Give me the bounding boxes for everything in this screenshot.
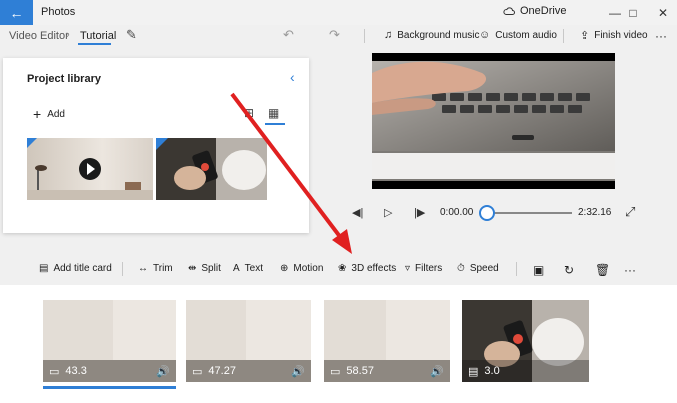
speed-button[interactable]: ⏱ Speed xyxy=(457,263,499,274)
header-divider xyxy=(364,29,365,43)
rename-pencil-icon[interactable]: ✎ xyxy=(126,27,137,43)
clip-info-bar: ▭ 43.3 🔊 xyxy=(43,360,176,382)
next-frame-icon[interactable]: |▶ xyxy=(414,206,425,219)
play-icon[interactable]: ▷ xyxy=(384,206,392,219)
background-music-button[interactable]: ♫ Background music xyxy=(384,29,480,41)
add-title-card-button[interactable]: ▤ Add title card xyxy=(39,263,112,274)
trim-button[interactable]: ↔ Trim xyxy=(138,263,173,274)
edit-toolbar: ▤ Add title card ↔ Trim ⇹ Split A Text ⊕… xyxy=(0,256,677,281)
split-icon: ⇹ xyxy=(188,263,197,274)
storyboard-clip-4[interactable]: ▤ 3.0 xyxy=(462,300,589,382)
clip-duration: 3.0 xyxy=(484,365,500,377)
video-clip-icon: ▭ xyxy=(192,365,203,378)
undo-icon[interactable]: ↶ xyxy=(283,27,294,43)
filters-button[interactable]: ▿ Filters xyxy=(405,263,442,274)
person-audio-icon: ☺ xyxy=(479,29,491,41)
title-bar: ← Photos OneDrive — □ ✕ xyxy=(0,0,677,25)
filters-label: Filters xyxy=(415,263,443,274)
clip-duration: 47.27 xyxy=(208,365,236,377)
motion-button[interactable]: ⊕ Motion xyxy=(280,263,323,274)
cloud-icon xyxy=(503,7,515,15)
clip-info-bar: ▭ 47.27 🔊 xyxy=(186,360,311,382)
crop-icon[interactable]: ▣ xyxy=(533,263,544,277)
toolbar-divider xyxy=(516,262,517,276)
split-label: Split xyxy=(201,263,221,274)
delete-icon[interactable]: 🗑 xyxy=(595,263,610,277)
onedrive-label: OneDrive xyxy=(520,5,567,17)
app-title: Photos xyxy=(41,6,76,18)
export-icon: ⇪ xyxy=(580,30,590,42)
toolbar-more-button[interactable]: ··· xyxy=(624,263,636,277)
annotation-arrow xyxy=(230,92,352,254)
toolbar-divider xyxy=(122,262,123,276)
motion-icon: ⊕ xyxy=(280,263,289,274)
background-music-label: Background music xyxy=(397,29,480,41)
text-button[interactable]: A Text xyxy=(233,263,263,274)
add-media-button[interactable]: + Add xyxy=(33,106,65,122)
selected-clip-underline xyxy=(43,386,176,389)
text-label: Text xyxy=(244,263,264,274)
add-title-card-label: Add title card xyxy=(53,263,112,274)
maximize-button[interactable]: □ xyxy=(616,0,650,25)
clip-duration: 43.3 xyxy=(65,365,87,377)
fullscreen-icon[interactable]: ⤢ xyxy=(625,204,635,220)
storyboard-clip-1[interactable]: ▭ 43.3 🔊 xyxy=(43,300,176,382)
collapse-chevron-icon[interactable]: ‹ xyxy=(290,69,295,85)
text-icon: A xyxy=(233,263,240,274)
audio-icon[interactable]: 🔊 xyxy=(430,365,444,378)
seek-thumb[interactable] xyxy=(479,205,495,221)
current-time: 0:00.00 xyxy=(440,207,474,218)
plus-icon: + xyxy=(33,106,42,122)
speed-icon: ⏱ xyxy=(457,263,465,274)
split-button[interactable]: ⇹ Split xyxy=(188,263,221,274)
finish-video-label: Finish video xyxy=(594,30,648,41)
photo-clip-icon: ▤ xyxy=(468,365,479,378)
clip-info-bar: ▤ 3.0 xyxy=(462,360,589,382)
total-time: 2:32.16 xyxy=(578,207,612,218)
storyboard-clip-3[interactable]: ▭ 58.57 🔊 xyxy=(324,300,450,382)
video-clip-icon: ▭ xyxy=(330,365,341,378)
breadcrumb-video-editor[interactable]: Video Editor xyxy=(9,30,69,42)
3d-effects-label: 3D effects xyxy=(351,263,397,274)
clip-duration: 58.57 xyxy=(346,365,374,377)
trim-label: Trim xyxy=(153,263,173,274)
finish-video-button[interactable]: ⇪ Finish video xyxy=(580,29,648,42)
speed-label: Speed xyxy=(469,263,499,274)
project-library-title: Project library xyxy=(27,73,101,85)
trim-icon: ↔ xyxy=(138,263,148,274)
breadcrumb-underline xyxy=(78,43,111,45)
storyboard-clip-2[interactable]: ▭ 47.27 🔊 xyxy=(186,300,311,382)
3d-effects-button[interactable]: ❀ 3D effects xyxy=(338,263,396,274)
header-divider xyxy=(563,29,564,43)
back-button[interactable]: ← xyxy=(0,0,33,25)
filters-icon: ▿ xyxy=(405,263,411,274)
redo-icon[interactable]: ↷ xyxy=(329,27,340,43)
clip-info-bar: ▭ 58.57 🔊 xyxy=(324,360,450,382)
storyboard: ▭ 43.3 🔊 ▭ 47.27 🔊 ▭ 58.57 🔊 ▤ 3.0 xyxy=(0,285,677,403)
close-button[interactable]: ✕ xyxy=(646,0,677,25)
video-preview[interactable] xyxy=(372,53,615,189)
breadcrumb-tutorial[interactable]: Tutorial xyxy=(80,30,116,42)
custom-audio-label: Custom audio xyxy=(495,29,557,41)
back-arrow-icon: ← xyxy=(9,4,24,21)
music-note-icon: ♫ xyxy=(384,29,393,41)
audio-icon[interactable]: 🔊 xyxy=(156,365,170,378)
video-clip-icon: ▭ xyxy=(49,365,60,378)
title-card-icon: ▤ xyxy=(39,263,49,274)
library-thumbnail-lamp[interactable] xyxy=(27,138,153,200)
add-label: Add xyxy=(47,108,65,120)
more-options-button[interactable]: ··· xyxy=(655,29,667,43)
rotate-icon[interactable]: ↻ xyxy=(564,263,574,277)
breadcrumb-chevron-icon: › xyxy=(66,29,70,41)
3d-effects-icon: ❀ xyxy=(338,263,347,274)
audio-icon[interactable]: 🔊 xyxy=(291,365,305,378)
custom-audio-button[interactable]: ☺ Custom audio xyxy=(479,29,557,41)
onedrive-status[interactable]: OneDrive xyxy=(503,5,566,17)
motion-label: Motion xyxy=(293,263,324,274)
